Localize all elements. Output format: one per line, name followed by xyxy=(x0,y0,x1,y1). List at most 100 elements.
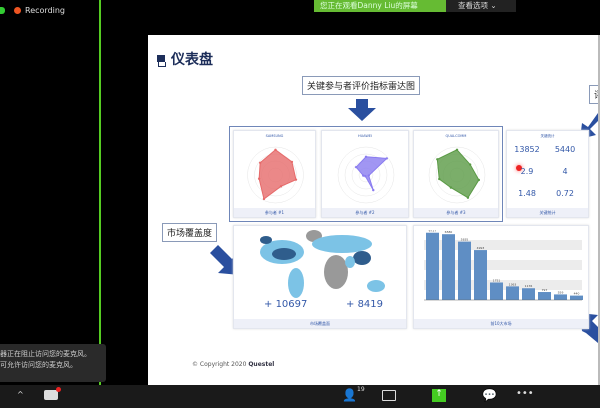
participants-count: 19 xyxy=(357,386,365,393)
radar-point xyxy=(294,178,298,181)
radar-point xyxy=(449,186,453,189)
bar-label: 1176 xyxy=(525,284,533,288)
chevron-down-icon: ⌄ xyxy=(490,1,497,10)
bar-label: 6727 xyxy=(429,230,437,233)
viewing-banner: 您正在观看Danny Liu的屏幕 xyxy=(314,0,446,12)
stat-value: 1.48 xyxy=(518,189,536,198)
bar xyxy=(426,232,439,300)
bar xyxy=(554,294,567,300)
stat-value: 5440 xyxy=(554,145,576,154)
view-options-label: 查看选项 xyxy=(458,1,488,10)
copyright: © Copyright 2020 Questel xyxy=(192,361,275,368)
radar-point xyxy=(354,165,358,169)
chat-icon[interactable]: 💬 xyxy=(482,388,497,402)
easel-icon xyxy=(157,52,166,67)
bar-label: 4993 xyxy=(477,246,485,250)
active-speaker-border xyxy=(99,0,101,385)
radar-point xyxy=(364,175,367,178)
bar-label: 5835 xyxy=(461,238,469,242)
stats-title: 关键统计 xyxy=(540,134,555,138)
shield-icon xyxy=(0,7,5,14)
radar-point xyxy=(362,174,365,177)
bar-label: 440 xyxy=(574,292,580,296)
bar-label: 559 xyxy=(558,290,564,294)
radar-label: 关键参与者评价指标雷达图 xyxy=(302,76,421,95)
radar-chart xyxy=(247,146,304,204)
recording-indicator: Recording xyxy=(14,6,65,15)
radar-point xyxy=(274,148,277,151)
share-screen-icon[interactable]: ↑ xyxy=(432,389,446,402)
bar xyxy=(458,241,471,300)
map-stat-1: + 10697 xyxy=(264,299,308,310)
stat-value: 13852 xyxy=(514,145,540,154)
radar-point xyxy=(455,148,459,151)
radar-polygon xyxy=(355,156,388,191)
radar-chart xyxy=(428,146,486,204)
recording-label: Recording xyxy=(25,6,66,15)
map-card: + 10697 + 8419 市场覆盖面 xyxy=(233,225,407,329)
radar-polygon xyxy=(436,149,480,199)
radar-point xyxy=(258,161,262,164)
radar-point xyxy=(257,177,261,180)
bar xyxy=(506,286,519,300)
stats-card: 关键统计 13852 5440 2.9 4 1.48 0.72 关键统计 xyxy=(506,130,589,218)
bar-label: 1363 xyxy=(509,282,517,286)
bar xyxy=(538,292,551,300)
slide-title: 仪表盘 xyxy=(157,49,213,69)
toast-line: 可允许访问您的麦克风。 xyxy=(0,361,77,369)
radar-point xyxy=(372,188,375,192)
slide-title-text: 仪表盘 xyxy=(171,52,213,68)
toast-line: 器正在阻止访问您的麦克风。 xyxy=(0,350,91,358)
radar-point xyxy=(477,178,481,182)
shared-slide: 仪表盘 关键参与者评价指标雷达图 市场覆盖度 评 SAMSUNG 参与者 #1 HU… xyxy=(148,35,600,385)
map-footer: 市场覆盖面 xyxy=(234,319,406,328)
bar-chart: 6727 6580 5835 4993 1751 1363 1176 797 559 440 xyxy=(424,230,583,301)
record-dot-icon xyxy=(14,7,21,14)
mic-blocked-toast: 器正在阻止访问您的麦克风。 可允许访问您的麦克风。 xyxy=(0,344,106,382)
radar-point xyxy=(436,158,439,161)
radar-point xyxy=(290,160,294,164)
radar-card: QUALCOMM 参与者 #3 xyxy=(413,130,499,218)
participants-icon[interactable]: 👤 xyxy=(342,388,357,402)
world-map xyxy=(260,230,385,298)
chevron-up-icon[interactable]: ^ xyxy=(17,390,24,399)
view-options-button[interactable]: 查看选项 ⌄ xyxy=(446,0,516,12)
bar-label: 1751 xyxy=(493,278,501,282)
radar-point xyxy=(466,196,470,199)
radar-point xyxy=(364,155,368,158)
bar xyxy=(570,295,583,300)
bar-label: 797 xyxy=(542,288,548,292)
radar-point xyxy=(385,157,388,160)
radar-point xyxy=(367,174,370,177)
radar-card: SAMSUNG 参与者 #1 xyxy=(233,130,316,218)
stats-footer: 关键统计 xyxy=(507,208,588,217)
stat-value: 4 xyxy=(562,167,568,176)
radar-title: SAMSUNG xyxy=(265,134,284,138)
radar-card: HUAWEI 参与者 #2 xyxy=(321,130,409,218)
radar-point xyxy=(262,197,266,201)
market-label: 市场覆盖度 xyxy=(162,223,218,242)
radar-title: QUALCOMM xyxy=(445,134,467,138)
stat-value: 2.9 xyxy=(520,167,534,176)
radar-point xyxy=(279,185,283,188)
bar xyxy=(442,234,455,300)
arrow-down-icon xyxy=(348,99,376,121)
video-icon[interactable] xyxy=(44,390,58,400)
bar-label: 6580 xyxy=(445,230,453,234)
camera-icon[interactable] xyxy=(382,390,396,401)
bar xyxy=(474,250,487,300)
meeting-toolbar: ^ 👤 19 ↑ 💬 ••• xyxy=(0,385,600,408)
radar-point xyxy=(468,163,472,166)
more-icon[interactable]: ••• xyxy=(516,388,534,399)
radar-point xyxy=(438,177,441,181)
bar-footer: 前10大市场 xyxy=(414,319,588,328)
map-stat-2: + 8419 xyxy=(346,299,384,310)
alert-badge xyxy=(56,387,61,392)
radar-chart xyxy=(337,146,395,204)
bar xyxy=(490,282,503,300)
bar xyxy=(522,288,535,300)
questel-logo: Questel xyxy=(248,361,275,368)
radar-title: HUAWEI xyxy=(357,134,373,138)
stat-value: 0.72 xyxy=(556,189,574,198)
bar-card: 6727 6580 5835 4993 1751 1363 1176 797 559 440 前1… xyxy=(413,225,589,329)
